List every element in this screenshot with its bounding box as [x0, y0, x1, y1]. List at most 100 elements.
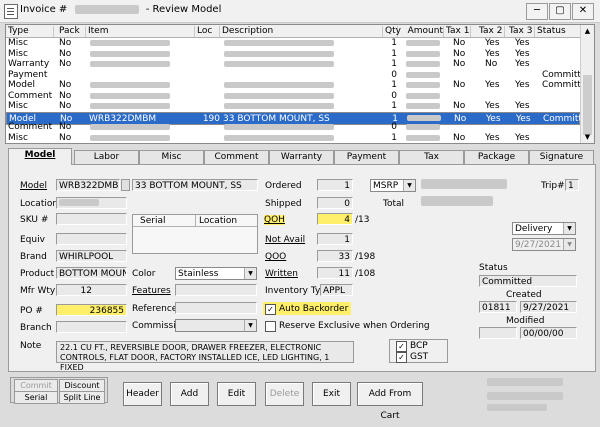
- commission-select[interactable]: ▼: [175, 319, 257, 332]
- grid-scrollbar[interactable]: ▲ ▼: [580, 25, 594, 143]
- cell-tax2: Yes: [485, 132, 500, 143]
- inventory-type-field[interactable]: APPL: [320, 284, 353, 296]
- cell-pack: No: [59, 48, 72, 59]
- add-button[interactable]: Add: [170, 382, 209, 406]
- line-items-grid[interactable]: Type Pack Item Loc Description Qty Amoun…: [5, 24, 595, 144]
- qoo-label[interactable]: QOO: [265, 252, 286, 262]
- tab-misc[interactable]: Misc: [139, 150, 204, 164]
- exit-button[interactable]: Exit: [312, 382, 351, 406]
- col-pack[interactable]: Pack: [59, 26, 86, 37]
- tab-tax[interactable]: Tax: [399, 150, 464, 164]
- table-row[interactable]: Comment No 0: [6, 122, 580, 132]
- delete-button[interactable]: Delete: [265, 382, 304, 406]
- created-id-field[interactable]: 01811: [479, 301, 517, 313]
- po-field[interactable]: 236855: [56, 304, 127, 316]
- tab-warranty[interactable]: Warranty: [269, 150, 334, 164]
- table-row[interactable]: Misc No 1 No Yes Yes: [6, 49, 580, 59]
- tab-model[interactable]: Model: [8, 148, 72, 165]
- scroll-thumb[interactable]: [583, 75, 592, 135]
- tab-signature[interactable]: Signature: [529, 150, 594, 164]
- color-select[interactable]: Stainless ▼: [175, 267, 257, 280]
- app-icon: [4, 4, 18, 19]
- tab-package[interactable]: Package: [464, 150, 529, 164]
- branch-field[interactable]: [56, 321, 127, 333]
- tab-payment[interactable]: Payment: [334, 150, 399, 164]
- chevron-down-icon[interactable]: ▼: [563, 239, 575, 250]
- bcp-checkbox[interactable]: ✓: [396, 341, 407, 352]
- chevron-down-icon[interactable]: ▼: [244, 268, 256, 279]
- modified-id-field[interactable]: [479, 327, 517, 339]
- scroll-up-icon[interactable]: ▲: [581, 25, 594, 37]
- written-label[interactable]: Written: [265, 269, 298, 279]
- auto-backorder-checkbox[interactable]: ✓: [265, 304, 276, 315]
- col-tax3[interactable]: Tax 3: [509, 26, 535, 37]
- delivery-date-select[interactable]: 9/27/2021 ▼: [512, 238, 576, 251]
- location-label: Location: [20, 199, 59, 209]
- price-type-select[interactable]: MSRP ▼: [370, 179, 416, 192]
- status-field[interactable]: Committed: [479, 275, 577, 287]
- table-row[interactable]: Misc No 1 No Yes Yes: [6, 133, 580, 143]
- note-field[interactable]: 22.1 CU FT., REVERSIBLE DOOR, DRAWER FRE…: [56, 341, 354, 372]
- equiv-field[interactable]: [56, 233, 127, 245]
- serial-list[interactable]: Serial Location: [132, 214, 258, 254]
- qoh-field[interactable]: 4: [317, 213, 353, 225]
- reserve-exclusive-checkbox[interactable]: [265, 321, 276, 332]
- delivery-select[interactable]: Delivery ▼: [512, 222, 576, 235]
- trip-field[interactable]: 1: [565, 179, 579, 191]
- created-date-field[interactable]: 9/27/2021: [520, 301, 577, 313]
- table-row[interactable]: Warranty No 1 No No Yes: [6, 59, 580, 69]
- model-lookup-button[interactable]: [121, 179, 130, 191]
- col-qty[interactable]: Qty: [385, 26, 401, 37]
- serial-button[interactable]: Serial: [14, 391, 58, 404]
- qoo-field[interactable]: 33: [317, 250, 353, 262]
- mfr-warranty-field[interactable]: 12: [56, 284, 127, 296]
- col-amount[interactable]: Amount: [400, 26, 444, 37]
- modified-date-field[interactable]: 00/00/00: [520, 327, 577, 339]
- not-avail-label[interactable]: Not Avail: [265, 235, 305, 245]
- chevron-down-icon[interactable]: ▼: [244, 320, 256, 331]
- col-item[interactable]: Item: [88, 26, 195, 37]
- features-field[interactable]: [175, 284, 257, 296]
- brand-field[interactable]: WHIRLPOOL: [56, 250, 127, 262]
- gst-checkbox[interactable]: ✓: [396, 352, 407, 363]
- edit-button[interactable]: Edit: [217, 382, 256, 406]
- col-tax2[interactable]: Tax 2: [479, 26, 505, 37]
- add-from-cart-button[interactable]: Add From Cart: [357, 382, 423, 421]
- cell-qty: 0: [391, 69, 397, 80]
- minimize-icon[interactable]: ─: [526, 3, 548, 20]
- sku-field[interactable]: [56, 213, 127, 225]
- table-row[interactable]: Comment No 0: [6, 91, 580, 101]
- model-field[interactable]: WRB322DMBM: [56, 179, 120, 191]
- col-tax1[interactable]: Tax 1: [446, 26, 471, 37]
- not-avail-field[interactable]: 1: [317, 233, 353, 245]
- table-row[interactable]: Misc No 1 No Yes Yes: [6, 101, 580, 111]
- tab-labor[interactable]: Labor: [74, 150, 139, 164]
- cell-type: Misc: [8, 132, 28, 143]
- scroll-down-icon[interactable]: ▼: [581, 131, 594, 143]
- col-loc[interactable]: Loc: [197, 26, 220, 37]
- maximize-icon[interactable]: ▢: [549, 3, 571, 20]
- table-row[interactable]: Misc No 1 No Yes Yes: [6, 38, 580, 48]
- product-field[interactable]: BOTTOM MOUNT: [56, 267, 127, 279]
- table-row[interactable]: Model No 1 No Yes Yes Committed: [6, 80, 592, 90]
- col-status[interactable]: Status: [537, 26, 581, 37]
- location-field[interactable]: [56, 197, 127, 209]
- chevron-down-icon[interactable]: ▼: [403, 180, 415, 191]
- shipped-field[interactable]: 0: [317, 197, 353, 209]
- model-description-field[interactable]: 33 BOTTOM MOUNT, SS: [132, 179, 258, 191]
- qoh-label[interactable]: QOH: [264, 215, 285, 225]
- ordered-field[interactable]: 1: [317, 179, 353, 191]
- chevron-down-icon[interactable]: ▼: [563, 223, 575, 234]
- col-description[interactable]: Description: [222, 26, 383, 37]
- features-label[interactable]: Features: [132, 286, 171, 296]
- split-line-button[interactable]: Split Line: [59, 391, 105, 404]
- reference-field[interactable]: [175, 302, 257, 314]
- close-icon[interactable]: ✕: [572, 3, 594, 20]
- blurred-description: [224, 82, 334, 88]
- written-field[interactable]: 11: [317, 267, 353, 279]
- header-button[interactable]: Header: [123, 382, 162, 406]
- tab-comment[interactable]: Comment: [204, 150, 269, 164]
- col-type[interactable]: Type: [8, 26, 54, 37]
- table-row[interactable]: Payment 0 Committed: [6, 69, 592, 80]
- cell-qty: 1: [391, 101, 397, 111]
